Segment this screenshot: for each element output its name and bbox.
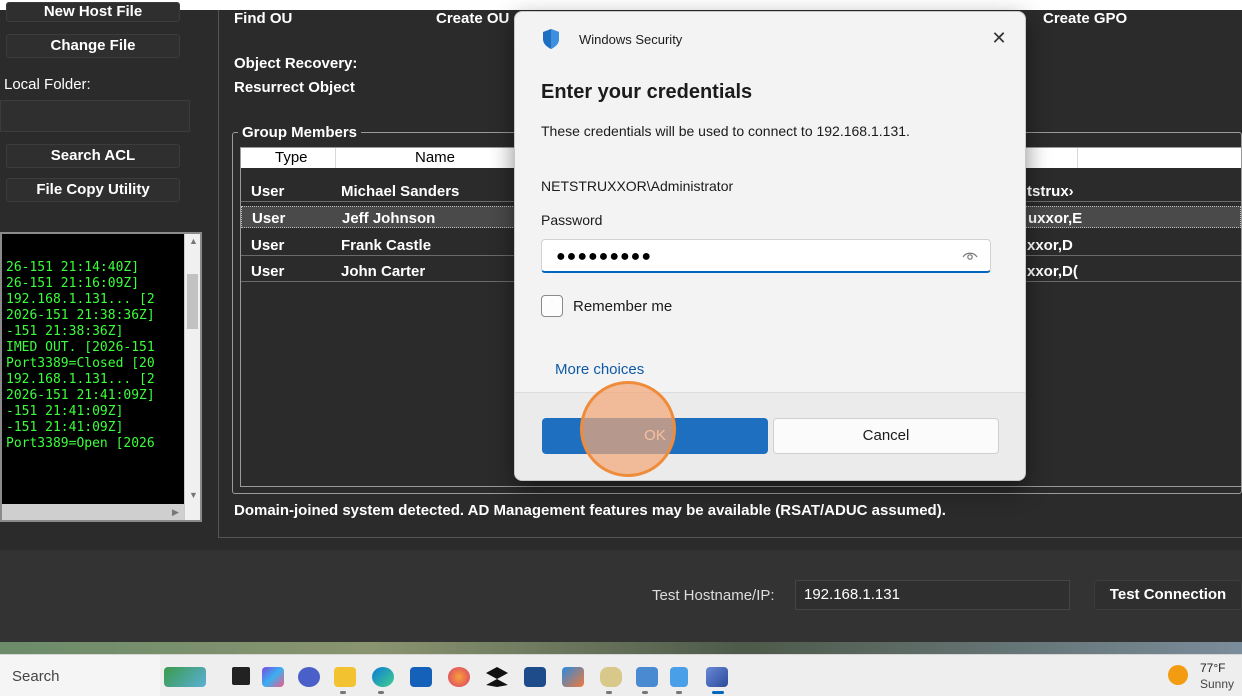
column-header-type[interactable]: Type [275, 149, 308, 166]
row-dn: uxxor,E [1028, 210, 1083, 227]
remember-me-label[interactable]: Remember me [573, 298, 672, 315]
group-members-title: Group Members [238, 124, 362, 141]
log-lines: 26-151 21:14:40Z] 26-151 21:16:09Z] 192.16… [6, 260, 155, 452]
log-line: -151 21:41:09Z] [6, 420, 124, 435]
find-ou-link[interactable]: Find OU [234, 10, 292, 27]
sun-icon[interactable] [1168, 665, 1188, 685]
network-icon[interactable] [636, 667, 658, 687]
task-view-icon[interactable] [232, 667, 250, 685]
row-type: User [251, 263, 285, 280]
row-dn: tstrux› [1027, 183, 1074, 200]
log-line: IMED OUT. [2026-151 [6, 340, 155, 355]
password-field[interactable]: ●●●●●●●●● [541, 239, 991, 273]
running-indicator [676, 691, 682, 694]
tools-icon[interactable] [600, 667, 622, 687]
weather-temperature[interactable]: 77°F [1200, 661, 1225, 675]
create-ou-link[interactable]: Create OU [436, 10, 509, 27]
file-copy-utility-button[interactable]: File Copy Utility [6, 178, 180, 202]
password-label: Password [541, 212, 603, 228]
new-host-file-button[interactable]: New Host File [6, 2, 180, 22]
weather-condition[interactable]: Sunny [1200, 677, 1234, 691]
close-icon[interactable]: ✕ [989, 28, 1009, 49]
notepad-icon[interactable] [670, 667, 688, 687]
active-indicator [712, 691, 724, 694]
row-name: John Carter [341, 263, 426, 280]
remote-desktop-icon[interactable] [562, 667, 584, 687]
log-line: -151 21:41:09Z] [6, 404, 124, 419]
object-recovery-label: Object Recovery: [234, 55, 358, 72]
column-header-name[interactable]: Name [415, 149, 455, 166]
active-app-icon[interactable] [706, 667, 728, 687]
remember-me-checkbox[interactable] [541, 295, 563, 317]
log-line: 26-151 21:14:40Z] [6, 260, 140, 275]
row-type: User [251, 237, 285, 254]
reveal-password-icon[interactable] [962, 248, 978, 264]
m365-icon[interactable] [262, 667, 284, 687]
row-dn: xxor,D [1027, 237, 1073, 254]
scroll-down-icon[interactable]: ▼ [189, 490, 198, 500]
file-explorer-icon[interactable] [334, 667, 356, 687]
row-type: User [251, 183, 285, 200]
log-line: 2026-151 21:41:09Z] [6, 388, 155, 403]
search-acl-button[interactable]: Search ACL [6, 144, 180, 168]
dropbox-icon[interactable] [486, 667, 508, 687]
column-separator[interactable] [335, 148, 336, 168]
running-indicator [642, 691, 648, 694]
row-name: Michael Sanders [341, 183, 460, 200]
scroll-up-icon[interactable]: ▲ [189, 236, 198, 246]
row-dn: xxor,D( [1027, 263, 1078, 280]
cancel-button[interactable]: Cancel [773, 418, 999, 454]
test-hostname-label: Test Hostname/IP: [652, 587, 775, 604]
log-console[interactable]: 26-151 21:14:40Z] 26-151 21:16:09Z] 192.16… [0, 232, 202, 522]
test-hostname-input[interactable]: 192.168.1.131 [795, 580, 1070, 610]
more-choices-link[interactable]: More choices [555, 361, 644, 378]
row-name: Frank Castle [341, 237, 432, 254]
taskbar: Search 77°F Sunny [0, 654, 1242, 696]
row-name: Jeff Johnson [342, 210, 436, 227]
local-folder-input[interactable] [0, 100, 190, 132]
log-line: 192.168.1.131... [2 [6, 292, 155, 307]
dialog-heading: Enter your credentials [541, 81, 753, 103]
log-line: -151 21:38:36Z] [6, 324, 124, 339]
log-line: Port3389=Closed [20 [6, 356, 155, 371]
status-message: Domain-joined system detected. AD Manage… [234, 502, 946, 519]
dialog-title: Windows Security [579, 32, 683, 47]
row-type: User [252, 210, 286, 227]
dialog-description: These credentials will be used to connec… [541, 123, 910, 139]
column-separator[interactable] [1077, 148, 1078, 168]
password-value: ●●●●●●●●● [556, 248, 652, 265]
test-connection-button[interactable]: Test Connection [1094, 580, 1242, 610]
local-folder-label: Local Folder: [4, 76, 91, 93]
resurrect-object-link[interactable]: Resurrect Object [234, 79, 355, 96]
click-indicator [580, 381, 676, 477]
shield-icon [543, 29, 559, 49]
log-line: 2026-151 21:38:36Z] [6, 308, 155, 323]
log-horizontal-scrollbar[interactable]: ▶ [2, 504, 186, 520]
taskbar-search-label: Search [12, 668, 60, 685]
powershell-icon[interactable] [524, 667, 546, 687]
create-gpo-link[interactable]: Create GPO [1043, 10, 1127, 27]
desktop-wallpaper [0, 642, 1242, 654]
taskbar-search[interactable]: Search [0, 655, 160, 696]
running-indicator [606, 691, 612, 694]
widgets-icon[interactable] [164, 667, 206, 687]
username-display: NETSTRUXXOR\Administrator [541, 178, 734, 194]
firefox-icon[interactable] [448, 667, 470, 687]
log-line: Port3389=Open [2026 [6, 436, 155, 451]
running-indicator [340, 691, 346, 694]
log-vertical-scrollbar[interactable]: ▲ ▼ [184, 234, 200, 504]
log-line: 192.168.1.131... [2 [6, 372, 155, 387]
log-line: 26-151 21:16:09Z] [6, 276, 140, 291]
scroll-right-icon[interactable]: ▶ [172, 507, 179, 518]
running-indicator [378, 691, 384, 694]
scroll-corner [184, 504, 200, 520]
teams-icon[interactable] [298, 667, 320, 687]
change-file-button[interactable]: Change File [6, 34, 180, 58]
store-icon[interactable] [410, 667, 432, 687]
log-scroll-thumb[interactable] [187, 274, 198, 329]
edge-icon[interactable] [372, 667, 394, 687]
